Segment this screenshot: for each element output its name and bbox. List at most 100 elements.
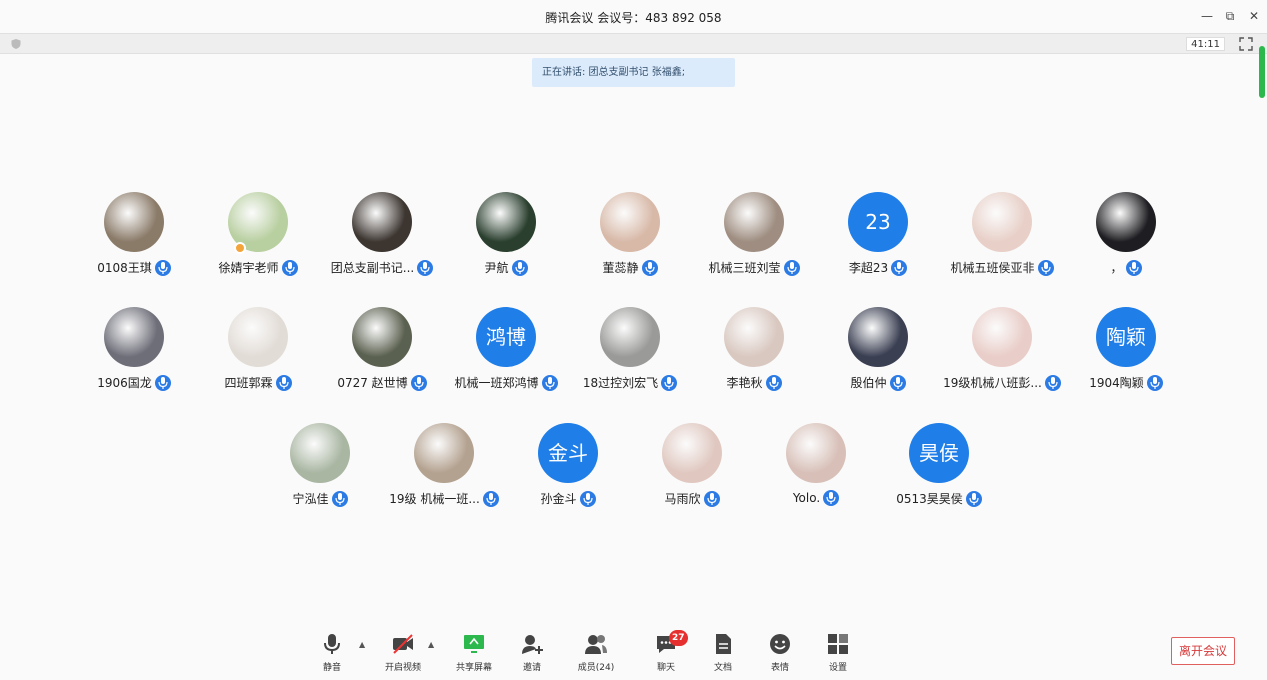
participant-tile[interactable]: 董蕊静 [568,192,692,282]
settings-button[interactable]: 设置 [810,632,866,676]
participant-tile[interactable]: 尹航 [444,192,568,282]
avatar [600,192,660,252]
start-video-button[interactable]: 开启视频 [375,632,431,676]
participant-tile[interactable]: 0727 赵世博 [320,307,444,397]
participant-name-line: 0513昊昊侯 [877,490,1001,507]
avatar [476,192,536,252]
participant-name-line: 0108王琪 [72,259,196,276]
microphone-icon [1146,374,1163,391]
scrollbar[interactable] [1259,46,1265,98]
close-icon[interactable]: ✕ [1246,8,1262,24]
participant-name-line: 机械一班郑鸿博 [444,374,568,391]
invite-button[interactable]: 邀请 [504,632,560,676]
microphone-icon [889,374,906,391]
microphone-icon [541,374,558,391]
participant-tile[interactable]: 1906国龙 [72,307,196,397]
participant-tile[interactable]: 鸿博 机械一班郑鸿博 [444,307,568,397]
docs-button[interactable]: 文档 [695,632,751,676]
microphone-icon [324,634,340,654]
participant-tile[interactable]: 团总支副书记... [320,192,444,282]
participant-name: 李艳秋 [726,376,763,390]
avatar: 陶颖 [1096,307,1156,367]
leave-meeting-button[interactable]: 离开会议 [1171,637,1235,665]
minimize-icon[interactable]: — [1199,8,1215,24]
participant-tile[interactable]: 18过控刘宏飞 [568,307,692,397]
shield-icon[interactable] [10,38,22,50]
participant-tile[interactable]: 19级 机械一班... [382,423,506,513]
invite-label: 邀请 [522,663,541,673]
participant-name: 团总支副书记... [330,261,415,275]
participant-tile[interactable]: 陶颖 1904陶颖 [1064,307,1188,397]
participant-name: 1906国龙 [97,376,152,390]
participant-name-line: 殷伯仲 [816,374,940,391]
participant-tile[interactable]: 昊侯 0513昊昊侯 [877,423,1001,513]
microphone-icon [511,259,528,276]
chat-unread-badge: 27 [669,630,688,646]
grid-settings-icon [828,634,848,654]
participant-name-line: 尹航 [444,259,568,276]
audio-options-caret[interactable]: ▲ [359,640,365,649]
microphone-icon [823,490,840,506]
host-badge-icon [234,242,246,254]
avatar [290,423,350,483]
participant-name-line: 机械三班刘莹 [692,259,816,276]
avatar [104,307,164,367]
bottom-toolbar: 静音 ▲ 开启视频 ▲ 共享屏幕 邀请 成员(24) 聊天 27 文档 表情 设… [0,628,1267,680]
microphone-icon [891,259,908,276]
share-screen-button[interactable]: 共享屏幕 [446,632,502,676]
add-user-icon [522,635,543,654]
fullscreen-icon[interactable] [1239,37,1253,51]
chat-button[interactable]: 聊天 27 [638,630,694,676]
microphone-icon [482,490,499,507]
participant-tile[interactable]: 机械五班侯亚非 [940,192,1064,282]
restore-icon[interactable]: ⧉ [1222,8,1238,24]
avatar [104,192,164,252]
participant-name-line: 孙金斗 [506,490,630,507]
microphone-active-icon [417,259,434,276]
participant-name-line: 0727 赵世博 [320,374,444,391]
participant-tile[interactable]: ， [1064,192,1188,282]
participant-tile[interactable]: Yolo. [754,423,878,513]
avatar: 昊侯 [909,423,969,483]
microphone-icon [1037,259,1054,276]
participant-name-line: 马雨欣 [630,490,754,507]
microphone-icon [783,259,800,276]
docs-label: 文档 [713,663,732,673]
microphone-icon [765,374,782,391]
participant-tile[interactable]: 李艳秋 [692,307,816,397]
video-options-caret[interactable]: ▲ [428,640,434,649]
participant-name: 四班郭霖 [224,376,273,390]
participant-tile[interactable]: 马雨欣 [630,423,754,513]
participant-tile[interactable]: 殷伯仲 [816,307,940,397]
microphone-icon [1044,374,1061,391]
participant-name: 机械一班郑鸿博 [454,376,539,390]
participant-name: 19级 机械一班... [389,492,480,506]
avatar [414,423,474,483]
speaking-indicator: 正在讲话: 团总支副书记 张福鑫; [532,58,735,87]
participant-tile[interactable]: 19级机械八班彭... [940,307,1064,397]
participant-name-line: 机械五班侯亚非 [940,259,1064,276]
avatar [972,307,1032,367]
participant-tile[interactable]: 徐婧宇老师 [196,192,320,282]
microphone-icon [154,374,171,391]
participant-tile[interactable]: 四班郭霖 [196,307,320,397]
emoji-button[interactable]: 表情 [752,632,808,676]
mute-button[interactable]: 静音 [304,632,360,676]
title-bar: 腾讯会议 会议号：483 892 058 — ⧉ ✕ [0,0,1267,33]
microphone-icon [410,374,427,391]
participant-tile[interactable]: 宁泓佳 [258,423,382,513]
participant-tile[interactable]: 金斗 孙金斗 [506,423,630,513]
avatar [848,307,908,367]
participant-tile[interactable]: 23 李超23 [816,192,940,282]
members-button[interactable]: 成员(24) [568,632,624,676]
participant-tile[interactable]: 0108王琪 [72,192,196,282]
microphone-icon [281,259,298,276]
avatar [352,307,412,367]
participant-name-line: 李艳秋 [692,374,816,391]
participant-name-line: 宁泓佳 [258,490,382,507]
avatar [724,192,784,252]
participant-tile[interactable]: 机械三班刘莹 [692,192,816,282]
meeting-info-bar: 41:11 [0,33,1267,54]
microphone-icon [579,490,596,507]
participant-name: 机械三班刘莹 [708,261,781,275]
